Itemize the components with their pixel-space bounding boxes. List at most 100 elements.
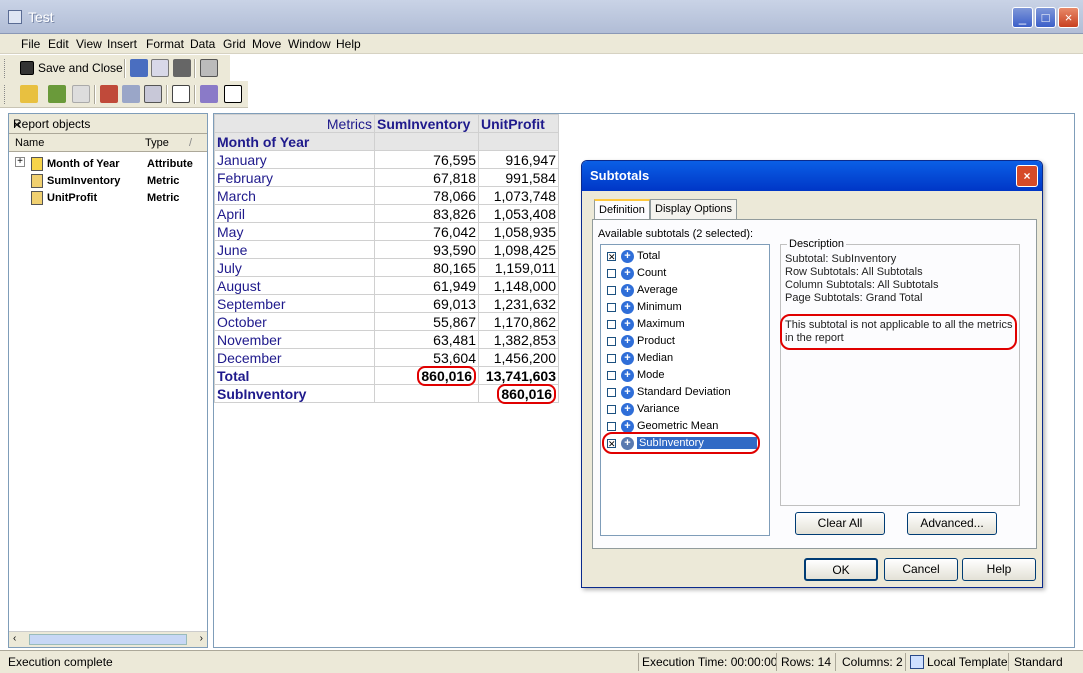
list-item[interactable]: ✕ + Total bbox=[605, 248, 765, 265]
subinventory-label[interactable]: SubInventory bbox=[214, 384, 375, 403]
checkbox[interactable] bbox=[607, 320, 616, 329]
checkbox[interactable] bbox=[607, 388, 616, 397]
menu-grid[interactable]: Grid bbox=[223, 37, 246, 51]
profit-cell: 1,170,862 bbox=[478, 312, 559, 331]
list-item[interactable]: + Minimum bbox=[605, 299, 765, 316]
close-icon[interactable]: × bbox=[13, 117, 201, 132]
subtotals-list[interactable]: ✕ + Total + Count + Average + Minimum + Maximu… bbox=[600, 244, 770, 536]
col-suminventory-header[interactable]: SumInventory bbox=[374, 114, 479, 133]
cancel-button[interactable]: Cancel bbox=[884, 558, 958, 581]
subinventory-sum-cell bbox=[374, 384, 479, 403]
list-item[interactable]: + Variance bbox=[605, 401, 765, 418]
menu-view[interactable]: View bbox=[76, 37, 102, 51]
scroll-left-icon[interactable]: ‹ bbox=[13, 633, 16, 644]
month-cell[interactable]: August bbox=[214, 276, 375, 295]
save-close-button[interactable]: Save and Close bbox=[38, 61, 123, 75]
month-cell[interactable]: May bbox=[214, 222, 375, 241]
profit-cell: 1,073,748 bbox=[478, 186, 559, 205]
scroll-thumb[interactable] bbox=[29, 634, 187, 645]
chart-icon[interactable] bbox=[100, 85, 118, 103]
menu-help[interactable]: Help bbox=[336, 37, 361, 51]
report-object-row[interactable]: + Month of Year Attribute bbox=[9, 156, 207, 173]
month-cell[interactable]: March bbox=[214, 186, 375, 205]
dialog-close-button[interactable]: × bbox=[1016, 165, 1038, 187]
item-label: Count bbox=[637, 267, 667, 279]
list-item[interactable]: + Maximum bbox=[605, 316, 765, 333]
minimize-button[interactable]: _ bbox=[1012, 7, 1033, 28]
export-icon[interactable] bbox=[224, 85, 242, 103]
checkbox[interactable] bbox=[607, 269, 616, 278]
metrics-header[interactable]: Metrics bbox=[214, 114, 375, 133]
month-cell[interactable]: January bbox=[214, 150, 375, 169]
sum-cell: 93,590 bbox=[374, 240, 479, 259]
object-type: Attribute bbox=[147, 158, 193, 170]
list-item[interactable]: + Standard Deviation bbox=[605, 384, 765, 401]
scroll-right-icon[interactable]: › bbox=[200, 633, 203, 644]
col-unitprofit-header[interactable]: UnitProfit bbox=[478, 114, 559, 133]
list-item[interactable]: + Mode bbox=[605, 367, 765, 384]
book-icon[interactable] bbox=[130, 59, 148, 77]
month-cell[interactable]: September bbox=[214, 294, 375, 313]
menu-window[interactable]: Window bbox=[288, 37, 331, 51]
maximize-button[interactable]: □ bbox=[1035, 7, 1056, 28]
advanced-button[interactable]: Advanced... bbox=[907, 512, 997, 535]
checkbox[interactable] bbox=[607, 337, 616, 346]
filter-icon[interactable] bbox=[144, 85, 162, 103]
report-objects-panel: Report objects × Name Type / + Month of … bbox=[8, 113, 208, 648]
menu-edit[interactable]: Edit bbox=[48, 37, 69, 51]
refresh-icon[interactable] bbox=[48, 85, 66, 103]
print-icon[interactable] bbox=[173, 59, 191, 77]
ok-button[interactable]: OK bbox=[804, 558, 878, 581]
report-object-row[interactable]: SumInventory Metric bbox=[9, 173, 207, 190]
checkbox[interactable] bbox=[607, 354, 616, 363]
total-label[interactable]: Total bbox=[214, 366, 375, 385]
sum-cell: 67,818 bbox=[374, 168, 479, 187]
clear-all-button[interactable]: Clear All bbox=[795, 512, 885, 535]
tab-display-options[interactable]: Display Options bbox=[650, 199, 738, 219]
sum-cell: 76,595 bbox=[374, 150, 479, 169]
profit-cell: 1,456,200 bbox=[478, 348, 559, 367]
menu-data[interactable]: Data bbox=[190, 37, 215, 51]
sql-icon[interactable] bbox=[200, 85, 218, 103]
month-cell[interactable]: June bbox=[214, 240, 375, 259]
report-object-row[interactable]: UnitProfit Metric bbox=[9, 190, 207, 207]
checkbox[interactable] bbox=[607, 371, 616, 380]
pen-icon[interactable] bbox=[20, 85, 38, 103]
horizontal-scrollbar[interactable]: ‹ › bbox=[9, 631, 207, 647]
checkbox[interactable]: ✕ bbox=[607, 252, 616, 262]
close-button[interactable]: × bbox=[1058, 7, 1079, 28]
month-cell[interactable]: July bbox=[214, 258, 375, 277]
help-icon[interactable] bbox=[72, 85, 90, 103]
object-name: UnitProfit bbox=[47, 192, 98, 204]
checkbox[interactable] bbox=[607, 405, 616, 414]
checkbox[interactable] bbox=[607, 422, 616, 431]
month-cell[interactable]: April bbox=[214, 204, 375, 223]
menu-file[interactable]: File bbox=[21, 37, 40, 51]
menu-insert[interactable]: Insert bbox=[107, 37, 137, 51]
expand-icon[interactable]: + bbox=[15, 157, 25, 167]
month-cell[interactable]: November bbox=[214, 330, 375, 349]
list-item[interactable]: + Product bbox=[605, 333, 765, 350]
list-item[interactable]: + Median bbox=[605, 350, 765, 367]
list-item[interactable]: + Count bbox=[605, 265, 765, 282]
profit-cell: 1,382,853 bbox=[478, 330, 559, 349]
tab-definition[interactable]: Definition bbox=[594, 199, 650, 219]
list-item[interactable]: + Average bbox=[605, 282, 765, 299]
col-name-header[interactable]: Name bbox=[15, 137, 44, 149]
help-button[interactable]: Help bbox=[962, 558, 1036, 581]
object-type: Metric bbox=[147, 175, 180, 187]
checkbox[interactable] bbox=[607, 286, 616, 295]
status-bar: Execution complete Execution Time: 00:00… bbox=[0, 650, 1083, 673]
month-cell[interactable]: February bbox=[214, 168, 375, 187]
month-cell[interactable]: October bbox=[214, 312, 375, 331]
row-header-month[interactable]: Month of Year bbox=[214, 132, 375, 151]
print-preview-icon[interactable] bbox=[151, 59, 169, 77]
month-cell[interactable]: December bbox=[214, 348, 375, 367]
col-type-header[interactable]: Type bbox=[145, 137, 169, 149]
grid-icon[interactable] bbox=[122, 85, 140, 103]
page-icon[interactable] bbox=[172, 85, 190, 103]
menu-format[interactable]: Format bbox=[146, 37, 184, 51]
properties-icon[interactable] bbox=[200, 59, 218, 77]
menu-move[interactable]: Move bbox=[252, 37, 281, 51]
checkbox[interactable] bbox=[607, 303, 616, 312]
